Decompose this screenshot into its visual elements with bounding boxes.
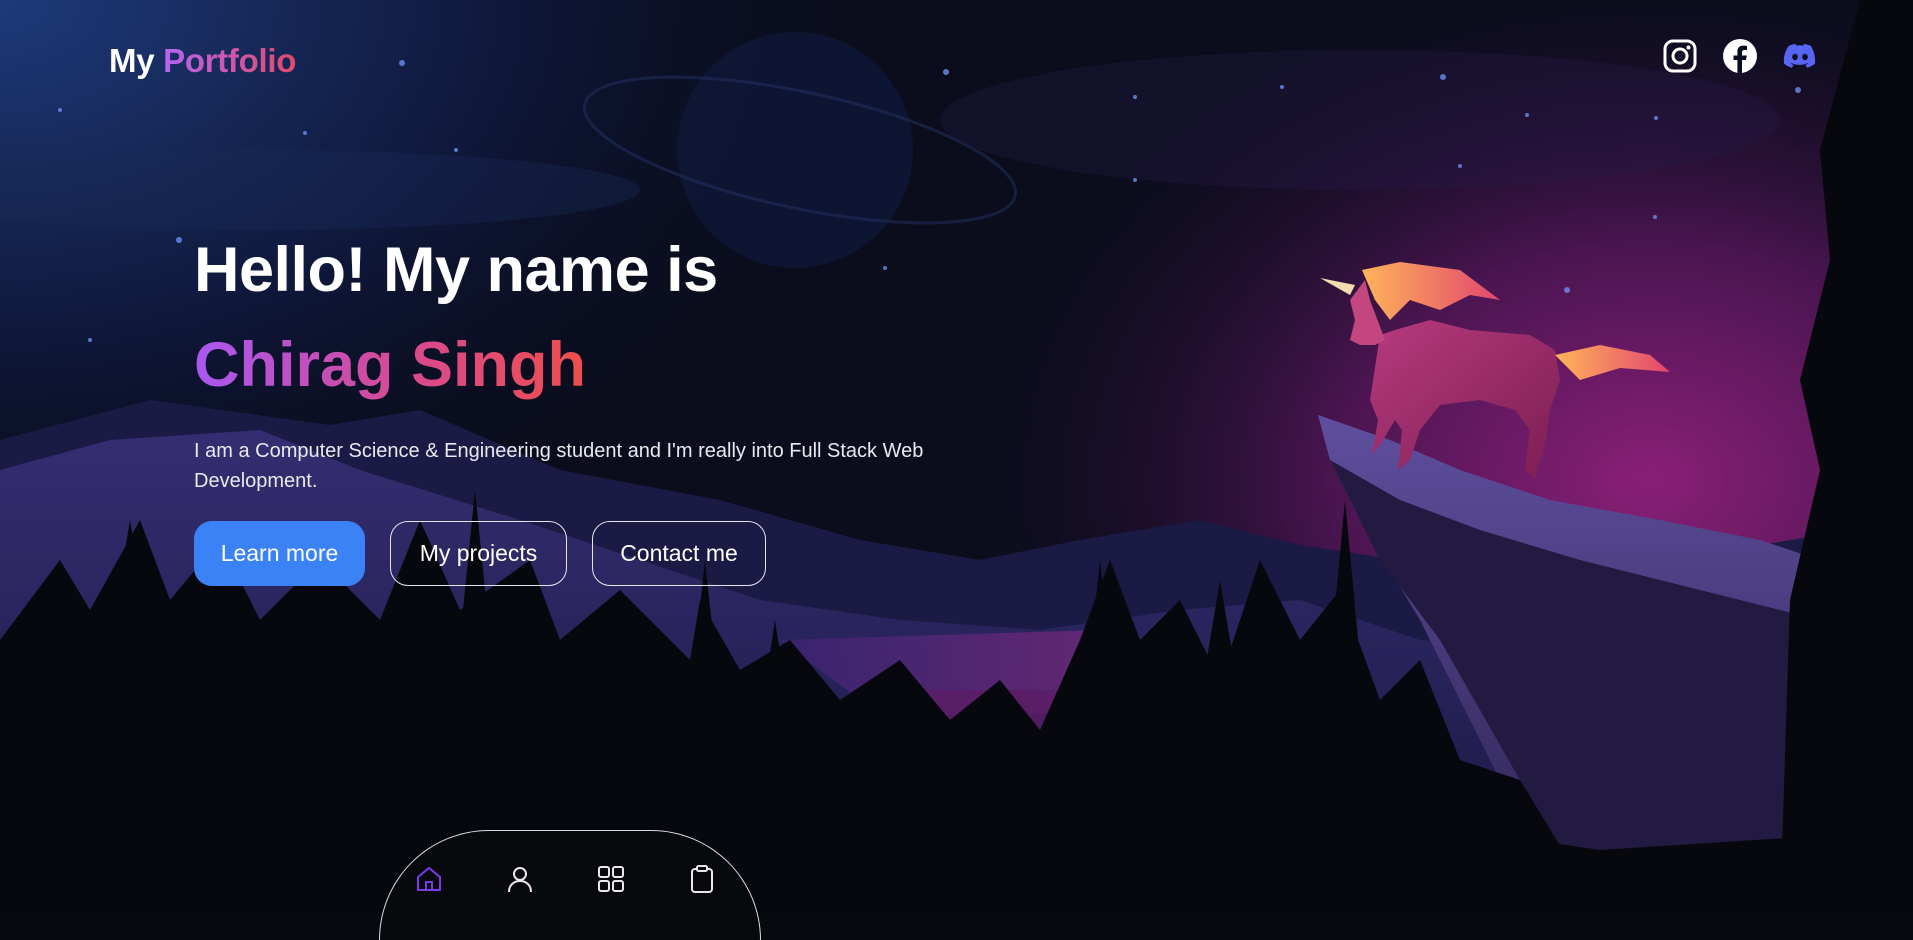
grid-icon (598, 866, 624, 892)
nav-about[interactable] (504, 863, 536, 895)
nav-home[interactable] (413, 863, 445, 895)
site-logo[interactable]: My Portfolio (109, 42, 296, 80)
instagram-link[interactable] (1662, 38, 1698, 74)
nav-contact[interactable] (686, 863, 718, 895)
nav-projects[interactable] (595, 863, 627, 895)
discord-icon (1783, 43, 1816, 68)
social-links (1662, 38, 1818, 74)
hero-name: Chirag Singh (194, 322, 586, 408)
bottom-nav-dock (379, 830, 761, 940)
logo-accent: Portfolio (163, 42, 297, 79)
contact-me-button[interactable]: Contact me (592, 521, 766, 586)
logo-prefix: My (109, 42, 155, 79)
hero-section: Hello! My name is Chirag Singh I am a Co… (194, 230, 974, 496)
user-icon (508, 867, 532, 893)
clipboard-icon (691, 865, 713, 893)
instagram-icon (1663, 39, 1697, 73)
facebook-link[interactable] (1722, 38, 1758, 74)
hero-greeting: Hello! My name is (194, 235, 718, 305)
hero-description: I am a Computer Science & Engineering st… (194, 440, 924, 492)
learn-more-button[interactable]: Learn more (194, 521, 365, 586)
discord-link[interactable] (1782, 38, 1818, 74)
facebook-icon (1723, 39, 1757, 73)
my-projects-button[interactable]: My projects (390, 521, 567, 586)
home-icon (417, 867, 441, 891)
hero-buttons: Learn more My projects Contact me (194, 521, 766, 586)
